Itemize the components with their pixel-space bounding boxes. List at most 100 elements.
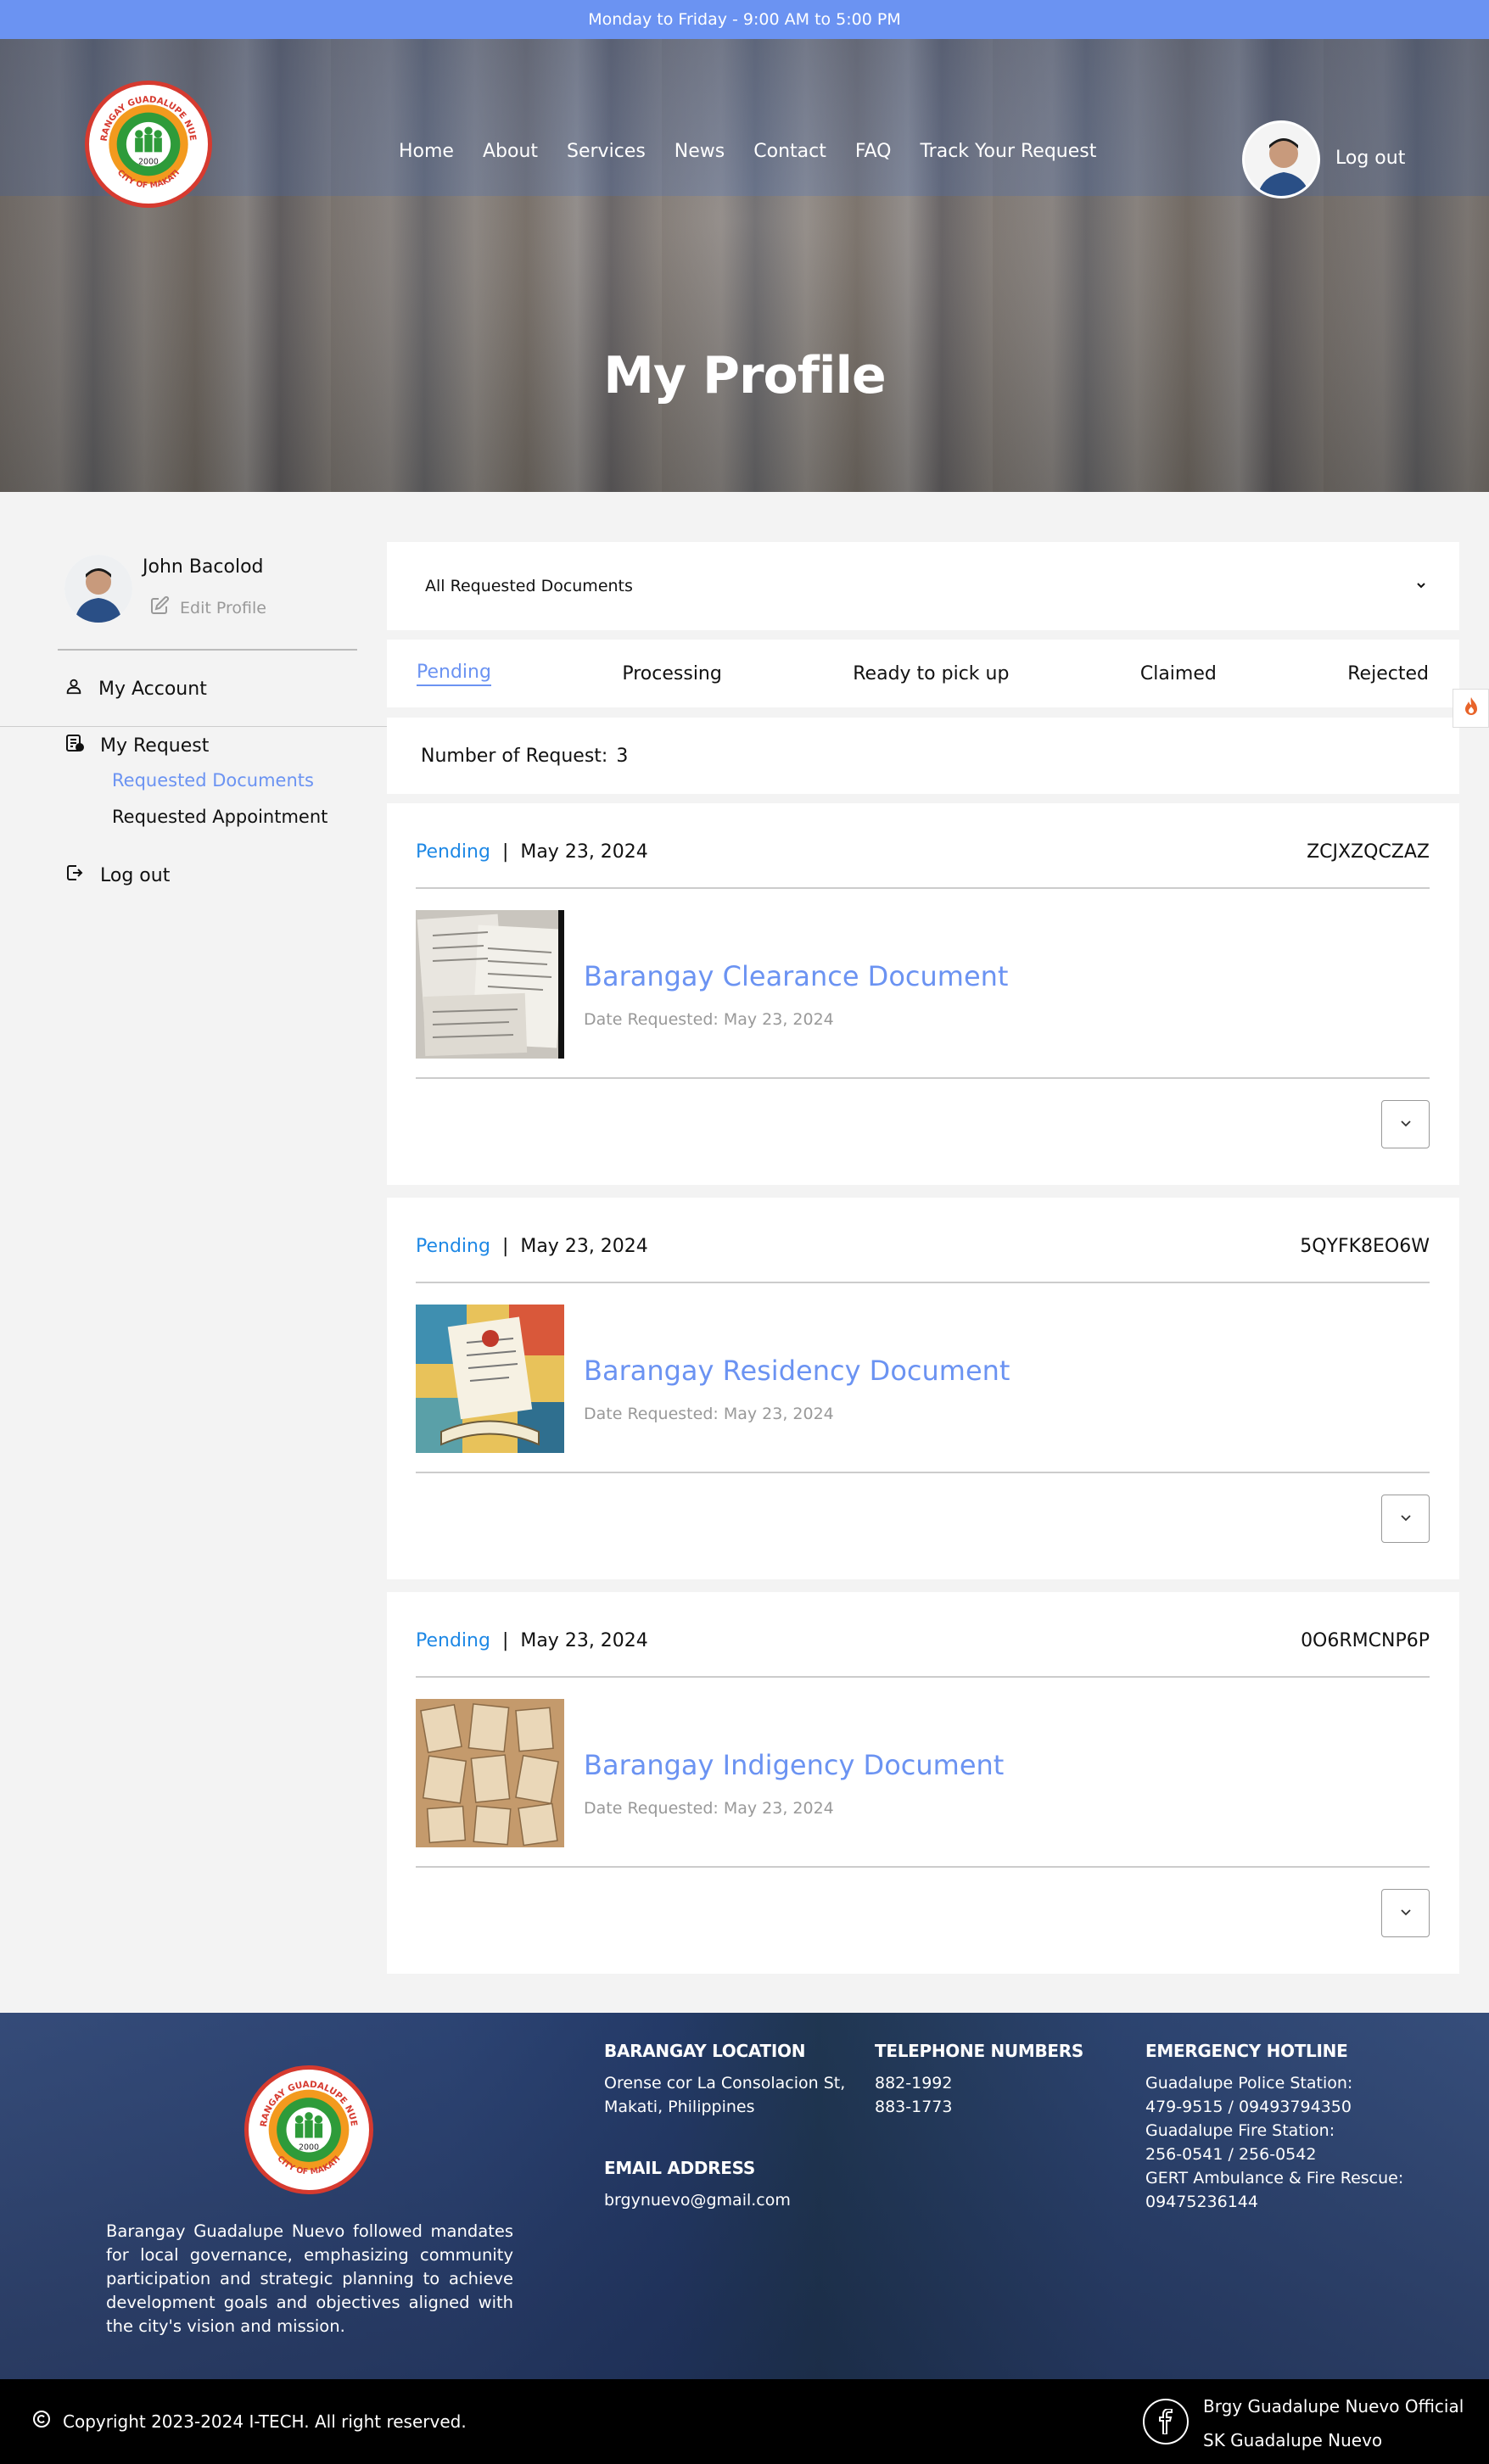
nav-faq[interactable]: FAQ — [855, 141, 892, 162]
request-date: May 23, 2024 — [520, 1630, 648, 1651]
sidebar-divider — [58, 649, 357, 651]
telephone-1: 882-1992 — [875, 2074, 953, 2092]
sidebar-item-requested-documents[interactable]: Requested Documents — [112, 770, 314, 791]
request-document-title[interactable]: Barangay Indigency Document — [584, 1749, 1004, 1781]
footer-emergency: EMERGENCY HOTLINE Guadalupe Police Stati… — [1145, 2041, 1403, 2214]
request-code: 5QYFK8EO6W — [1300, 1236, 1430, 1257]
indigency-document-thumbnail — [416, 1699, 564, 1847]
chevron-down-icon — [1398, 1904, 1413, 1923]
request-status: Pending — [416, 1630, 490, 1651]
sidebar-avatar — [64, 555, 132, 623]
my-request-label: My Request — [100, 735, 210, 757]
request-status: Pending — [416, 841, 490, 863]
sidebar-item-my-request[interactable]: My Request — [64, 733, 209, 758]
user-name: John Bacolod — [143, 556, 264, 578]
residency-document-thumbnail — [416, 1305, 564, 1453]
svg-text:2000: 2000 — [299, 2143, 319, 2153]
nav-contact[interactable]: Contact — [753, 141, 826, 162]
location-heading: BARANGAY LOCATION — [604, 2041, 806, 2061]
nav-track-request[interactable]: Track Your Request — [920, 141, 1096, 162]
sidebar-item-requested-appointment[interactable]: Requested Appointment — [112, 807, 327, 827]
chevron-down-icon — [1398, 1115, 1413, 1134]
request-code: ZCJXZQCZAZ — [1307, 841, 1430, 863]
request-date-requested: Date Requested: May 23, 2024 — [584, 1405, 834, 1423]
expand-request-button[interactable] — [1381, 1889, 1430, 1937]
nav-news[interactable]: News — [675, 141, 725, 162]
request-card: Pending | May 23, 2024 5QYFK8EO6W Barang… — [387, 1198, 1459, 1579]
my-account-label: My Account — [98, 678, 207, 700]
emergency-line: GERT Ambulance & Fire Rescue: — [1145, 2169, 1404, 2187]
copyright-bar: Copyright 2023-2024 I-TECH. All right re… — [0, 2379, 1489, 2464]
tab-claimed[interactable]: Claimed — [1140, 663, 1217, 684]
nav-services[interactable]: Services — [567, 141, 646, 162]
request-date-requested: Date Requested: May 23, 2024 — [584, 1799, 834, 1818]
telephone-heading: TELEPHONE NUMBERS — [875, 2041, 1083, 2061]
tab-rejected[interactable]: Rejected — [1347, 663, 1429, 684]
expand-request-button[interactable] — [1381, 1100, 1430, 1148]
sidebar-item-logout[interactable]: Log out — [64, 863, 170, 888]
request-list-icon — [64, 733, 85, 758]
facebook-link-sk[interactable]: SK Guadalupe Nuevo — [1203, 2430, 1382, 2450]
telephone-2: 883-1773 — [875, 2098, 953, 2116]
footer-description: Barangay Guadalupe Nuevo followed mandat… — [106, 2221, 513, 2336]
emergency-line: 479-9515 / 09493794350 — [1145, 2098, 1352, 2116]
site-footer: 2000 BARANGAY GUADALUPE NUEVO CITY OF MA… — [0, 2013, 1489, 2379]
email-address[interactable]: brgynuevo@gmail.com — [604, 2188, 791, 2212]
clearance-document-thumbnail — [416, 910, 564, 1059]
emergency-line: 256-0541 / 256-0542 — [1145, 2145, 1317, 2164]
user-avatar[interactable] — [1242, 120, 1320, 198]
facebook-link-official[interactable]: Brgy Guadalupe Nuevo Official — [1203, 2396, 1464, 2417]
chevron-down-icon — [1398, 1510, 1413, 1528]
request-card: Pending | May 23, 2024 0O6RMCNP6P Barang… — [387, 1592, 1459, 1974]
request-date: May 23, 2024 — [520, 841, 648, 863]
location-line-2: Makati, Philippines — [604, 2098, 755, 2116]
edit-icon — [149, 595, 170, 620]
page-title: My Profile — [603, 346, 886, 405]
sidebar-item-my-account[interactable]: My Account — [64, 677, 207, 701]
request-document-title[interactable]: Barangay Clearance Document — [584, 960, 1008, 992]
fire-icon — [1463, 696, 1480, 720]
edit-profile-link[interactable]: Edit Profile — [149, 595, 266, 620]
emergency-line: Guadalupe Fire Station: — [1145, 2121, 1335, 2140]
chevron-down-icon — [1415, 577, 1427, 595]
user-icon — [64, 677, 83, 701]
request-count: Number of Request: 3 — [387, 718, 1459, 794]
barangay-logo[interactable]: 2000 BARANGAY GUADALUPE NUEVO CITY OF MA… — [85, 81, 212, 208]
office-hours-text: Monday to Friday - 9:00 AM to 5:00 PM — [588, 10, 901, 29]
nav-about[interactable]: About — [483, 141, 538, 162]
tab-pending[interactable]: Pending — [417, 662, 491, 686]
tab-processing[interactable]: Processing — [622, 663, 721, 684]
main-nav: Home About Services News Contact FAQ Tra… — [399, 141, 1096, 162]
request-date-requested: Date Requested: May 23, 2024 — [584, 1010, 834, 1029]
request-card: Pending | May 23, 2024 ZCJXZQCZAZ Barang… — [387, 803, 1459, 1185]
request-count-value: 3 — [616, 745, 629, 767]
request-date: May 23, 2024 — [520, 1236, 648, 1257]
nav-home[interactable]: Home — [399, 141, 454, 162]
edit-profile-label: Edit Profile — [180, 598, 266, 617]
logout-label: Log out — [100, 864, 171, 886]
request-document-title[interactable]: Barangay Residency Document — [584, 1355, 1010, 1387]
copyright: Copyright 2023-2024 I-TECH. All right re… — [32, 2410, 467, 2433]
emergency-line: Guadalupe Police Station: — [1145, 2074, 1353, 2092]
filter-selected-value: All Requested Documents — [425, 577, 633, 595]
floating-widget-button[interactable] — [1453, 689, 1489, 728]
nav-logout[interactable]: Log out — [1335, 148, 1405, 169]
request-status: Pending — [416, 1236, 490, 1257]
request-count-label: Number of Request: — [421, 745, 608, 767]
logout-icon — [64, 863, 85, 888]
footer-barangay-logo: 2000 BARANGAY GUADALUPE NUEVO CITY OF MA… — [244, 2065, 373, 2194]
svg-text:2000: 2000 — [138, 157, 159, 166]
location-line-1: Orense cor La Consolacion St, — [604, 2074, 846, 2092]
hero-banner: 2000 BARANGAY GUADALUPE NUEVO CITY OF MA… — [0, 39, 1489, 492]
copyright-icon — [32, 2410, 51, 2433]
footer-location: BARANGAY LOCATION Orense cor La Consolac… — [604, 2041, 845, 2119]
office-hours-bar: Monday to Friday - 9:00 AM to 5:00 PM — [0, 0, 1489, 39]
expand-request-button[interactable] — [1381, 1495, 1430, 1543]
facebook-icon[interactable] — [1143, 2399, 1189, 2444]
tab-ready-to-pick-up[interactable]: Ready to pick up — [853, 663, 1009, 684]
copyright-text: Copyright 2023-2024 I-TECH. All right re… — [63, 2411, 467, 2432]
emergency-line: 09475236144 — [1145, 2193, 1258, 2211]
document-filter-select[interactable]: All Requested Documents — [387, 542, 1459, 630]
request-code: 0O6RMCNP6P — [1301, 1630, 1430, 1651]
email-heading: EMAIL ADDRESS — [604, 2158, 755, 2178]
